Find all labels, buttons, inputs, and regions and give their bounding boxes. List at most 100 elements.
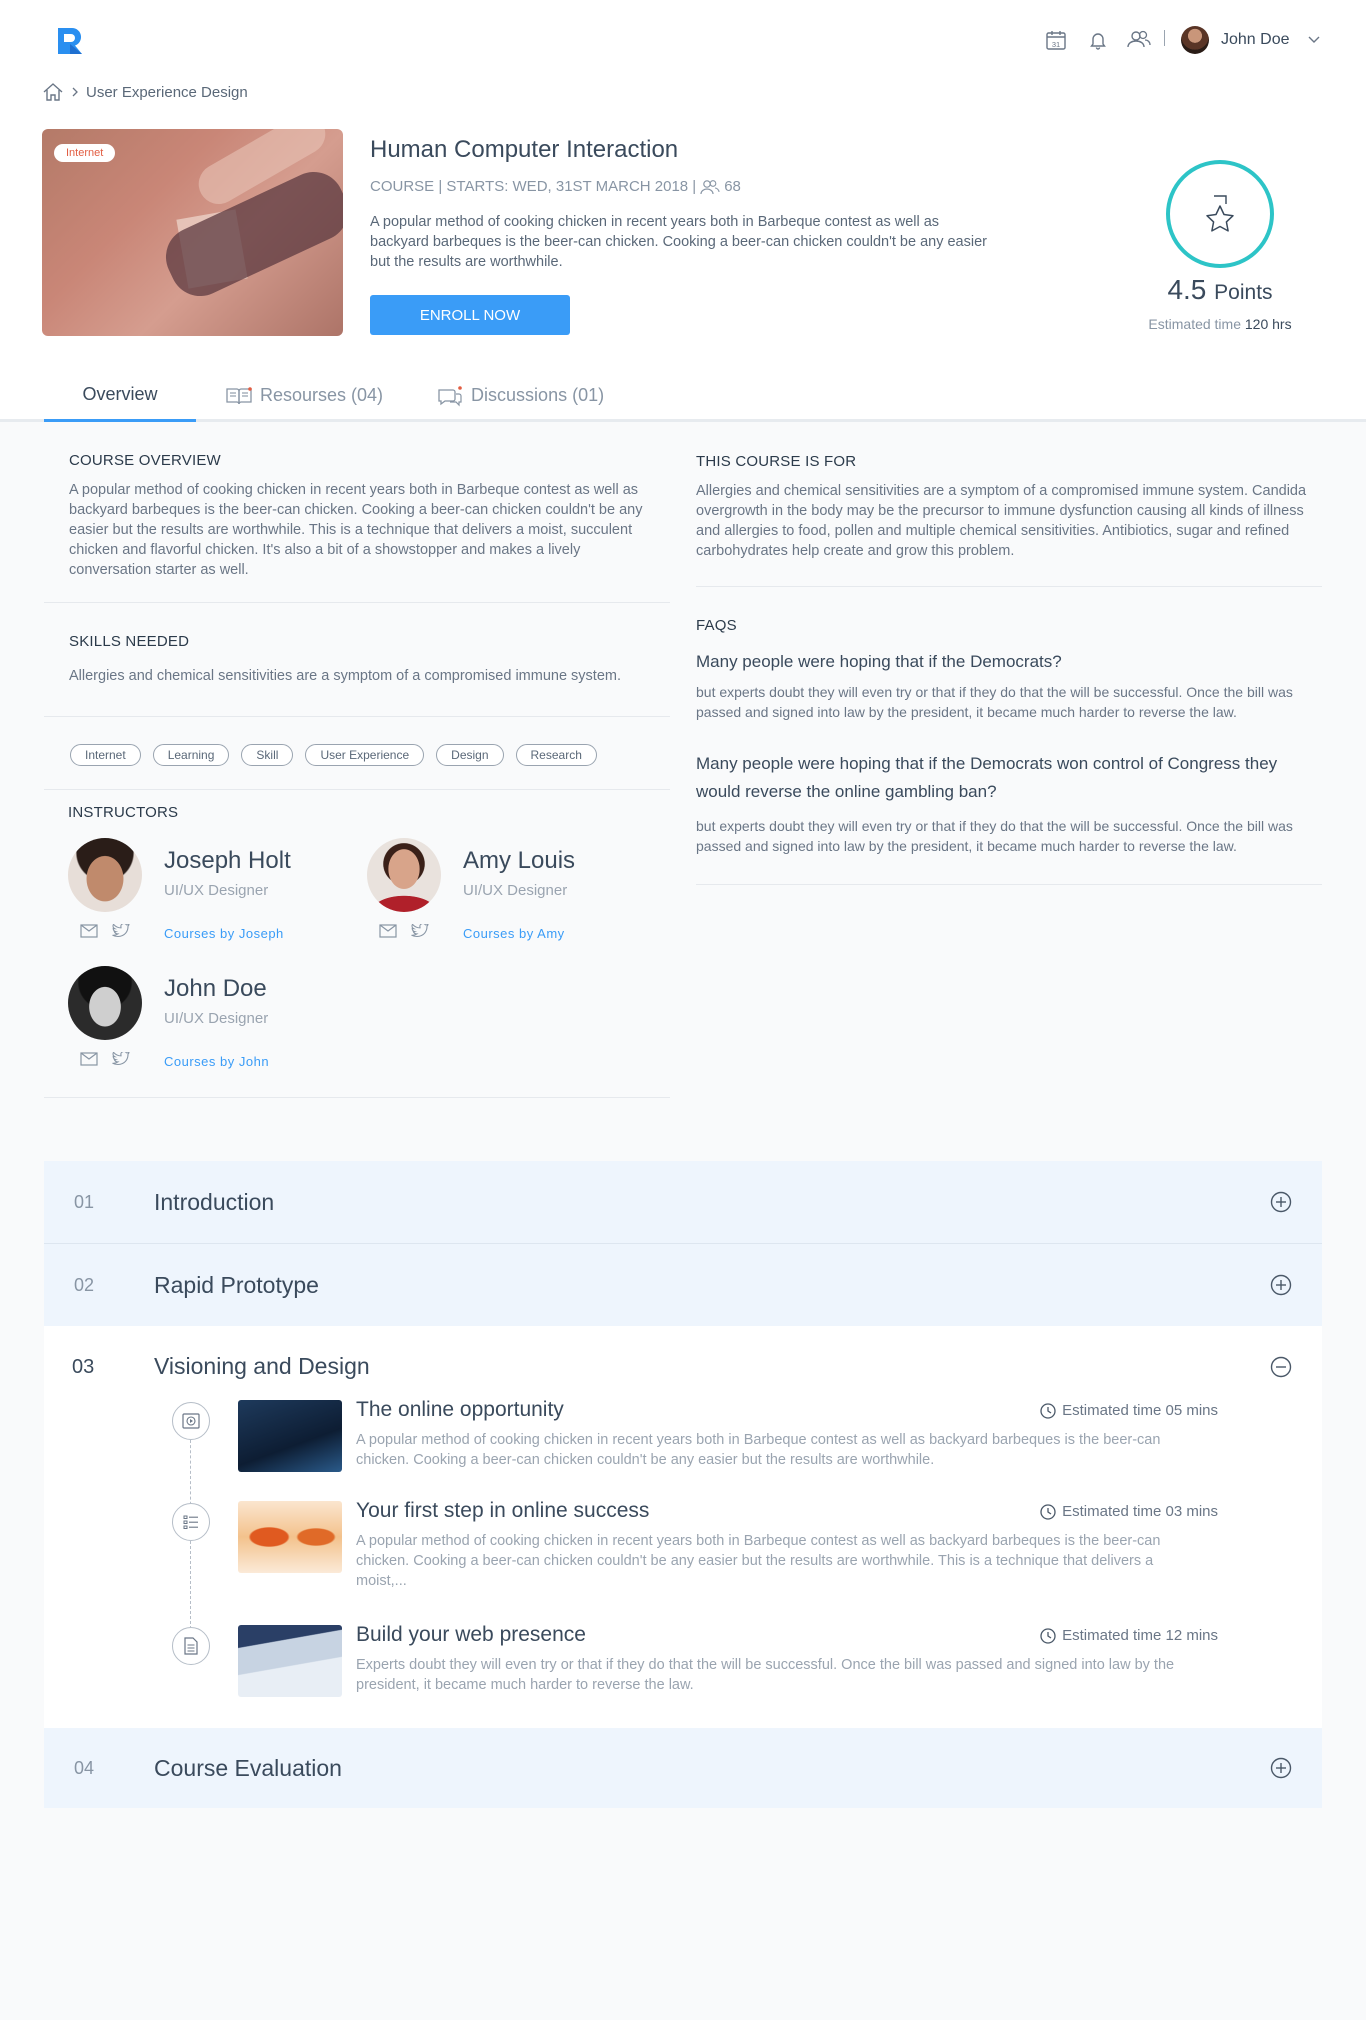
- lesson-title: Your first step in online success: [356, 1499, 650, 1522]
- timeline-connector: [190, 1541, 191, 1639]
- tab-label: Discussions (01): [471, 385, 605, 405]
- lesson-description: A popular method of cooking chicken in r…: [356, 1533, 1161, 1589]
- calendar-icon[interactable]: 31: [1045, 29, 1067, 51]
- mail-icon[interactable]: [379, 924, 397, 938]
- user-avatar[interactable]: [1181, 26, 1209, 54]
- minus-circle-icon[interactable]: [1270, 1356, 1292, 1378]
- video-icon: [172, 1402, 210, 1440]
- instructor-name: Amy Louis: [463, 847, 576, 874]
- module-title[interactable]: Visioning and Design: [154, 1353, 370, 1380]
- faq-question[interactable]: Many people were hoping that if the Demo…: [696, 648, 1322, 676]
- lesson-thumbnail: [238, 1400, 342, 1472]
- module-title: Course Evaluation: [154, 1754, 342, 1781]
- module-number: 03: [72, 1356, 95, 1378]
- lesson-thumbnail: [238, 1501, 342, 1573]
- plus-circle-icon[interactable]: [1270, 1274, 1292, 1296]
- section-text: Allergies and chemical sensitivities are…: [69, 668, 622, 684]
- course-for-section: THIS COURSE IS FOR Allergies and chemica…: [696, 426, 1322, 587]
- instructor-name: John Doe: [164, 975, 267, 1002]
- course-meta-text: COURSE | STARTS: WED, 31ST MARCH 2018 |: [370, 178, 697, 195]
- lesson-item[interactable]: The online opportunity A popular method …: [238, 1398, 1218, 1490]
- skill-tag[interactable]: User Experience: [305, 744, 425, 766]
- calendar-day: 31: [1052, 40, 1060, 49]
- lesson-title: Build your web presence: [356, 1623, 586, 1646]
- skill-tag[interactable]: Design: [436, 744, 504, 766]
- overview-right-column: THIS COURSE IS FOR Allergies and chemica…: [696, 426, 1322, 885]
- home-icon[interactable]: [42, 82, 64, 102]
- lesson-time-text: Estimated time 03 mins: [1062, 1503, 1218, 1520]
- section-text: A popular method of cooking chicken in r…: [69, 482, 643, 578]
- skill-tag[interactable]: Skill: [241, 744, 294, 766]
- tab-overview[interactable]: Overview: [44, 369, 196, 422]
- chat-icon: [437, 385, 463, 407]
- skill-tag[interactable]: Research: [515, 744, 597, 766]
- clock-icon: [1040, 1503, 1056, 1520]
- lesson-thumbnail: [238, 1625, 342, 1697]
- instructor-avatar: [367, 838, 441, 912]
- module-title: Introduction: [154, 1188, 275, 1215]
- lesson-time: Estimated time 03 mins: [1040, 1503, 1218, 1520]
- mail-icon[interactable]: [80, 1052, 98, 1066]
- twitter-icon[interactable]: [112, 924, 130, 938]
- module-number: 04: [74, 1757, 95, 1778]
- enroll-button[interactable]: ENROLL NOW: [370, 295, 570, 335]
- section-heading: INSTRUCTORS: [68, 804, 179, 821]
- skill-tag[interactable]: Internet: [70, 744, 141, 766]
- section-text: Allergies and chemical sensitivities are…: [696, 483, 1307, 559]
- tab-label: Overview: [82, 383, 158, 404]
- course-meta: COURSE | STARTS: WED, 31ST MARCH 2018 | …: [370, 178, 741, 195]
- instructor-avatar: [68, 838, 142, 912]
- points-badge: [1166, 160, 1274, 268]
- module-row[interactable]: 02 Rapid Prototype: [44, 1244, 1322, 1326]
- faq-question[interactable]: Many people were hoping that if the Demo…: [696, 750, 1322, 806]
- twitter-icon[interactable]: [411, 924, 429, 938]
- estimated-time-label: Estimated time: [1148, 316, 1241, 332]
- breadcrumb-current[interactable]: User Experience Design: [86, 84, 248, 101]
- section-heading: SKILLS NEEDED: [69, 633, 190, 650]
- instructor-card: John Doe UI/UX Designer Courses by John: [68, 966, 348, 1086]
- plus-circle-icon[interactable]: [1270, 1757, 1292, 1779]
- lesson-title: The online opportunity: [356, 1398, 564, 1421]
- instructor-role: UI/UX Designer: [164, 882, 269, 899]
- book-icon: [226, 386, 252, 405]
- faq-answer: but experts doubt they will even try or …: [696, 818, 1293, 854]
- module-number: 02: [74, 1274, 95, 1295]
- faqs-section: FAQS Many people were hoping that if the…: [696, 587, 1322, 885]
- participants-count: 68: [724, 178, 741, 195]
- section-heading: FAQS: [696, 617, 737, 634]
- mail-icon[interactable]: [80, 924, 98, 938]
- course-title: Human Computer Interaction: [370, 136, 679, 163]
- twitter-icon[interactable]: [112, 1052, 130, 1066]
- tab-label: Resourses (04): [260, 385, 384, 405]
- app-logo[interactable]: [56, 26, 86, 56]
- module-row[interactable]: 01 Introduction: [44, 1161, 1322, 1243]
- lesson-time: Estimated time 12 mins: [1040, 1627, 1218, 1644]
- lesson-time-text: Estimated time 12 mins: [1062, 1627, 1218, 1644]
- instructor-courses-link[interactable]: Courses by John: [164, 1054, 269, 1069]
- lesson-item[interactable]: Build your web presence Experts doubt th…: [238, 1623, 1218, 1715]
- course-image: Internet: [42, 129, 343, 336]
- bell-icon[interactable]: [1088, 30, 1108, 50]
- breadcrumb: User Experience Design: [42, 82, 248, 102]
- tab-discussions[interactable]: Discussions (01): [411, 369, 632, 422]
- module-number: 01: [74, 1191, 95, 1212]
- users-icon[interactable]: [1126, 29, 1152, 49]
- user-name[interactable]: John Doe: [1221, 31, 1290, 49]
- lesson-item[interactable]: Your first step in online success A popu…: [238, 1499, 1218, 1591]
- points-display: 4.5 Points: [1120, 274, 1320, 306]
- lesson-description: Experts doubt they will even try or that…: [356, 1657, 1175, 1693]
- lesson-time-text: Estimated time 05 mins: [1062, 1402, 1218, 1419]
- course-category-tag: Internet: [54, 144, 116, 162]
- points-value: 4.5: [1167, 274, 1207, 305]
- module-row[interactable]: 04 Course Evaluation: [44, 1728, 1322, 1808]
- module-title: Rapid Prototype: [154, 1271, 319, 1298]
- tab-resources[interactable]: Resourses (04): [196, 369, 411, 422]
- instructor-courses-link[interactable]: Courses by Amy: [463, 926, 565, 941]
- instructor-courses-link[interactable]: Courses by Joseph: [164, 926, 284, 941]
- section-heading: COURSE OVERVIEW: [69, 452, 221, 469]
- skill-tag[interactable]: Learning: [152, 744, 230, 766]
- instructor-role: UI/UX Designer: [463, 882, 568, 899]
- plus-circle-icon[interactable]: [1270, 1191, 1292, 1213]
- chevron-right-icon: [72, 87, 78, 97]
- chevron-down-icon[interactable]: [1308, 36, 1320, 44]
